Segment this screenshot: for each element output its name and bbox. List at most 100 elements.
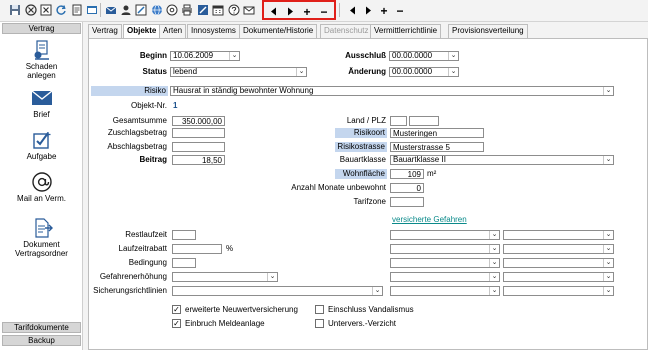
risiko-select[interactable]: Hausrat in ständig bewohnter Wohnung ⌄ [170, 86, 614, 96]
sicherungsrichtlinien-select[interactable]: ⌄ [172, 286, 383, 296]
save-icon[interactable] [8, 3, 22, 17]
chevron-down-icon: ⌄ [603, 87, 613, 95]
beitrag-label: Beitrag [139, 155, 167, 164]
sidebar-item-label: Mail an Verm. [17, 194, 66, 203]
sidebar-item-label: Aufgabe [26, 152, 57, 161]
delete-icon[interactable] [24, 3, 38, 17]
beginn-label: Beginn [139, 51, 167, 60]
ausschluss-date-field[interactable]: 00.00.0000 ⌄ [389, 51, 459, 61]
chevron-down-icon: ⌄ [372, 287, 382, 295]
einbruch-meldeanlage-checkbox[interactable]: ✓ [172, 319, 181, 328]
chevron-down-icon: ⌄ [603, 245, 613, 253]
abschlagsbetrag-input[interactable] [172, 142, 225, 152]
risiko-label: Risiko [91, 86, 168, 96]
sidebar-footer-backup[interactable]: Backup [2, 335, 81, 346]
print-icon[interactable] [180, 3, 194, 17]
chevron-down-icon: ⌄ [489, 273, 499, 281]
document-icon[interactable] [70, 3, 84, 17]
gefahr-select[interactable]: ⌄ [390, 286, 500, 296]
checkbox-label: Einschluss Vandalismus [328, 305, 414, 314]
tab-innosystems[interactable]: Innosystems [187, 24, 240, 38]
gefahr-select[interactable]: ⌄ [503, 258, 614, 268]
tab-vertrag[interactable]: Vertrag [88, 24, 122, 38]
help-icon[interactable] [227, 3, 241, 17]
gefahr-select[interactable]: ⌄ [390, 258, 500, 268]
tab-arten[interactable]: Arten [159, 24, 187, 38]
gefahr-select[interactable]: ⌄ [503, 230, 614, 240]
zuschlagsbetrag-input[interactable] [172, 128, 225, 138]
land-input[interactable] [390, 116, 407, 126]
wohnflaeche-label: Wohnfläche [335, 169, 387, 179]
globe-icon[interactable] [150, 3, 164, 17]
tarifzone-input[interactable] [390, 197, 424, 207]
refresh-icon[interactable] [54, 3, 68, 17]
cancel-icon[interactable] [39, 3, 53, 17]
sidebar-item-schaden-anlegen[interactable]: Schaden anlegen [0, 40, 83, 80]
gefahr-select[interactable]: ⌄ [503, 244, 614, 254]
tab-dokumente-historie[interactable]: Dokumente/Historie [239, 24, 318, 38]
tarifzone-label: Tarifzone [353, 197, 386, 206]
calendar-icon[interactable] [211, 3, 225, 17]
window-icon[interactable] [85, 3, 99, 17]
gefahr-select[interactable]: ⌄ [390, 272, 500, 282]
at-sign-icon[interactable] [165, 3, 179, 17]
tab-vermittlerrichtlinie[interactable]: Vermittlerrichtlinie [370, 24, 442, 38]
toolbar: + − + − [0, 0, 648, 22]
wohnflaeche-input[interactable] [390, 169, 424, 179]
chevron-down-icon: ⌄ [603, 259, 613, 267]
gesamtsumme-label: Gesamtsumme [112, 116, 167, 125]
next-button[interactable] [361, 3, 375, 18]
remove-record-button[interactable]: − [317, 4, 331, 19]
monate-unbewohnt-input[interactable] [390, 183, 424, 193]
risikostrasse-input[interactable] [390, 142, 484, 152]
gefahrenerhoehung-label: Gefahrenerhöhung [99, 272, 167, 281]
aenderung-label: Änderung [348, 67, 386, 76]
bauartklasse-label: Bauartklasse [339, 155, 386, 164]
sidebar-header-vertrag[interactable]: Vertrag [2, 23, 81, 34]
erweiterte-neuwertversicherung-checkbox[interactable]: ✓ [172, 305, 181, 314]
mail-icon[interactable] [104, 3, 118, 17]
gefahrenerhoehung-select[interactable]: ⌄ [172, 272, 278, 282]
risikoort-input[interactable] [390, 128, 484, 138]
next-record-button[interactable] [283, 4, 297, 19]
sidebar-item-aufgabe[interactable]: Aufgabe [0, 130, 83, 161]
versicherte-gefahren-link[interactable]: versicherte Gefahren [392, 215, 467, 225]
tab-provisionsverteilung[interactable]: Provisionsverteilung [448, 24, 528, 38]
gefahr-select[interactable]: ⌄ [503, 286, 614, 296]
tab-datenschutz[interactable]: Datenschutz [320, 24, 373, 38]
bedingung-input[interactable] [172, 258, 196, 268]
status-select[interactable]: lebend ⌄ [170, 67, 307, 77]
tab-objekte[interactable]: Objekte [123, 24, 161, 39]
add-record-button[interactable]: + [300, 4, 314, 19]
beitrag-input[interactable] [172, 155, 225, 165]
laufzeitrabatt-input[interactable] [172, 244, 222, 254]
previous-button[interactable] [345, 3, 359, 18]
objekt-nr-label: Objekt-Nr. [130, 101, 167, 110]
gesamtsumme-input[interactable] [172, 116, 225, 126]
person-icon[interactable] [119, 3, 133, 17]
sidebar-item-brief[interactable]: Brief [0, 88, 83, 119]
compose-icon[interactable] [196, 3, 210, 17]
einschluss-vandalismus-checkbox[interactable] [315, 305, 324, 314]
gefahr-select[interactable]: ⌄ [390, 230, 500, 240]
restlaufzeit-input[interactable] [172, 230, 196, 240]
gefahr-select[interactable]: ⌄ [503, 272, 614, 282]
sidebar-item-mail-an-verm[interactable]: Mail an Verm. [0, 172, 83, 203]
chevron-down-icon: ⌄ [489, 287, 499, 295]
beginn-date-field[interactable]: 10.06.2009 ⌄ [170, 51, 240, 61]
add-button[interactable]: + [377, 3, 391, 18]
plz-input[interactable] [409, 116, 439, 126]
untervers-verzicht-checkbox[interactable] [315, 319, 324, 328]
sidebar-item-label: anlegen [27, 71, 56, 80]
gefahr-select[interactable]: ⌄ [390, 244, 500, 254]
previous-record-button[interactable] [266, 4, 280, 19]
aenderung-date-field[interactable]: 00.00.0000 ⌄ [389, 67, 459, 77]
toolbar-separator [100, 3, 101, 17]
chevron-down-icon: ⌄ [603, 287, 613, 295]
email-icon[interactable] [242, 3, 256, 17]
sidebar-item-dokument-vertragsordner[interactable]: Dokument Vertragsordner [0, 218, 83, 258]
sidebar-footer-tarifdokumente[interactable]: Tarifdokumente [2, 322, 81, 333]
remove-button[interactable]: − [393, 3, 407, 18]
bauartklasse-select[interactable]: Bauartklasse II ⌄ [390, 155, 614, 165]
edit-icon[interactable] [134, 3, 148, 17]
